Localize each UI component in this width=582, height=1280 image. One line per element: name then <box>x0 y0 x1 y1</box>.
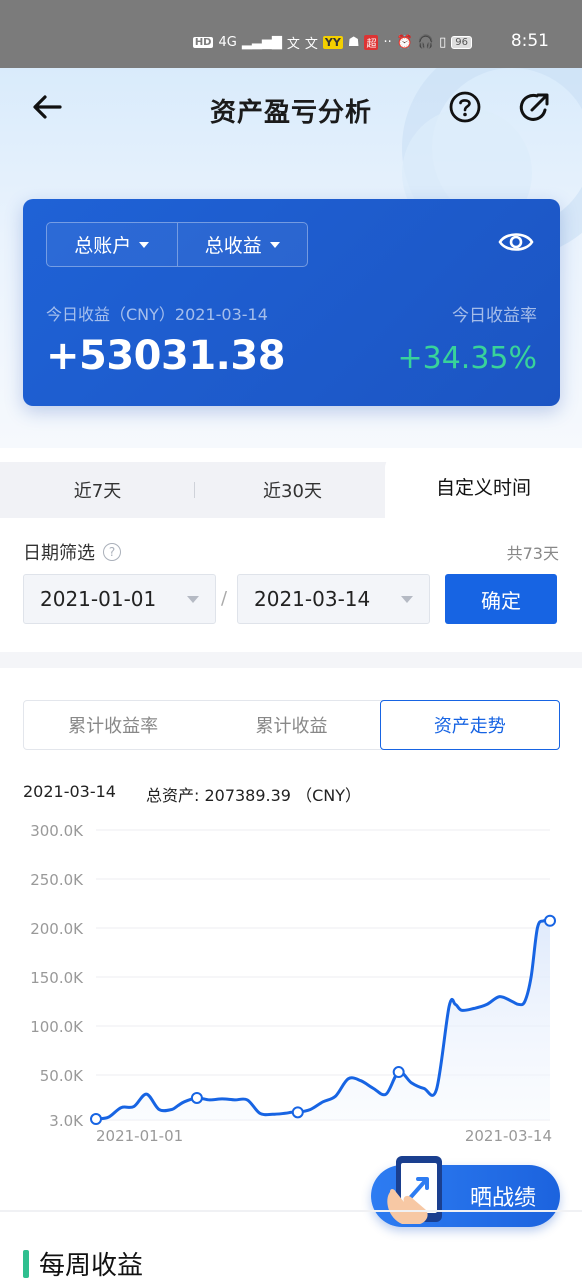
chart-data-point <box>291 1106 304 1119</box>
section-divider <box>0 652 582 668</box>
caret-down-icon <box>139 241 150 248</box>
question-icon[interactable]: ? <box>103 543 121 561</box>
date-filter-label: 日期筛选 <box>23 543 95 564</box>
tab-7-days[interactable]: 近7天 <box>0 462 195 518</box>
weekly-profit-title: 每周收益 <box>39 1251 144 1280</box>
battery-icon: 96 <box>451 36 472 49</box>
phone-share-icon <box>387 1156 442 1224</box>
network-label: 4G <box>218 35 237 50</box>
status-icons: HD 4G ▂▃▅▇ 文 文 YY ☗ 超 ·· ⏰ 🎧 ▯ 96 <box>192 33 472 52</box>
section-accent-bar <box>23 1249 29 1278</box>
account-summary-card: 总账户 总收益 今日收益（CNY）2021-03-14 今日收益率 +53031… <box>23 199 560 406</box>
section-divider <box>0 1210 582 1212</box>
end-date-select[interactable]: 2021-03-14 <box>237 574 430 624</box>
account-dropdown-label: 总账户 <box>74 235 132 257</box>
notification-app-icon: 超 <box>364 35 379 50</box>
account-metric-selector: 总账户 总收益 <box>46 222 308 267</box>
chart-y-tick-label: 150.0K <box>30 969 84 987</box>
eye-icon[interactable] <box>498 229 534 255</box>
chart-data-point <box>544 914 556 927</box>
chart-area-fill <box>96 920 550 1120</box>
weekly-profit-section: 每周收益 <box>23 1245 143 1280</box>
translate-icon: 文 <box>286 37 300 52</box>
navigation-bar: 资产盈亏分析 <box>0 68 582 148</box>
alarm-icon: ⏰ <box>396 35 413 50</box>
status-bar: HD 4G ▂▃▅▇ 文 文 YY ☗ 超 ·· ⏰ 🎧 ▯ 96 8:51 <box>0 0 582 68</box>
today-rate-label: 今日收益率 <box>452 306 537 326</box>
end-date-value: 2021-03-14 <box>254 587 371 611</box>
hd-icon: HD <box>192 37 214 48</box>
confirm-button[interactable]: 确定 <box>445 574 557 624</box>
account-dropdown[interactable]: 总账户 <box>47 223 177 266</box>
chart-data-point <box>392 1066 405 1079</box>
caret-down-icon <box>187 596 199 603</box>
share-results-label: 晒战绩 <box>469 1186 536 1211</box>
date-filter-heading: 日期筛选 ? <box>23 539 121 565</box>
tab-cumulative-rate[interactable]: 累计收益率 <box>24 701 202 749</box>
qq-icon: ☗ <box>347 35 360 50</box>
today-rate-value: +34.35% <box>397 341 537 376</box>
start-date-value: 2021-01-01 <box>40 587 157 611</box>
chart-y-tick-label: 200.0K <box>30 920 84 938</box>
headphone-icon: 🎧 <box>417 35 435 50</box>
page-title: 资产盈亏分析 <box>209 98 372 128</box>
tab-cumulative-profit[interactable]: 累计收益 <box>202 701 380 749</box>
caret-down-icon <box>269 241 280 248</box>
chart-data-point <box>90 1113 102 1126</box>
vibrate-icon: ▯ <box>439 35 447 50</box>
chart-x-tick-label: 2021-01-01 <box>96 1127 183 1145</box>
more-dots-icon: ·· <box>383 35 392 50</box>
metric-dropdown-label: 总收益 <box>204 235 262 257</box>
period-tabs: 近7天 近30天 自定义时间 <box>0 454 582 518</box>
tab-custom-time[interactable]: 自定义时间 <box>385 454 582 518</box>
start-date-select[interactable]: 2021-01-01 <box>23 574 216 624</box>
chart-data-point <box>190 1091 203 1104</box>
today-profit-value: +53031.38 <box>46 333 286 379</box>
chart-tabs: 累计收益率 累计收益 资产走势 <box>23 700 560 750</box>
yy-app-icon: YY <box>322 36 343 49</box>
caret-down-icon <box>401 596 413 603</box>
signal-icon: ▂▃▅▇ <box>241 35 282 50</box>
chart-tooltip-info: 2021-03-14 总资产: 207389.39 （CNY） <box>23 782 361 806</box>
chart-total-assets: 总资产: 207389.39 （CNY） <box>145 786 361 805</box>
total-days: 共73天 <box>506 544 559 563</box>
translate-icon-2: 文 <box>304 37 318 52</box>
metric-dropdown[interactable]: 总收益 <box>176 223 308 266</box>
date-separator: / <box>221 588 228 609</box>
today-profit-label: 今日收益（CNY）2021-03-14 <box>46 305 268 324</box>
chart-y-tick-label: 50.0K <box>40 1067 84 1085</box>
chart-y-tick-label: 100.0K <box>30 1018 84 1036</box>
chart-x-axis: 2021-01-01 2021-03-14 <box>96 1127 552 1145</box>
chart-y-axis: 300.0K 250.0K 200.0K 150.0K 100.0K 50.0K 3.0K <box>30 822 84 1130</box>
clock: 8:51 <box>510 31 549 51</box>
chart-y-tick-label: 250.0K <box>30 871 84 889</box>
chart-y-tick-label: 300.0K <box>30 822 84 840</box>
tab-asset-trend[interactable]: 资产走势 <box>379 700 560 750</box>
chart-x-tick-label: 2021-03-14 <box>465 1127 552 1145</box>
tab-30-days[interactable]: 近30天 <box>195 462 390 518</box>
question-circle-icon[interactable] <box>448 90 482 124</box>
share-icon[interactable] <box>518 90 552 124</box>
chart-selected-date: 2021-03-14 <box>23 782 116 801</box>
chart-y-tick-label: 3.0K <box>49 1112 84 1130</box>
asset-trend-chart[interactable]: 300.0K250.0K200.0K150.0K100.0K50.0K3.0K … <box>0 810 582 1150</box>
